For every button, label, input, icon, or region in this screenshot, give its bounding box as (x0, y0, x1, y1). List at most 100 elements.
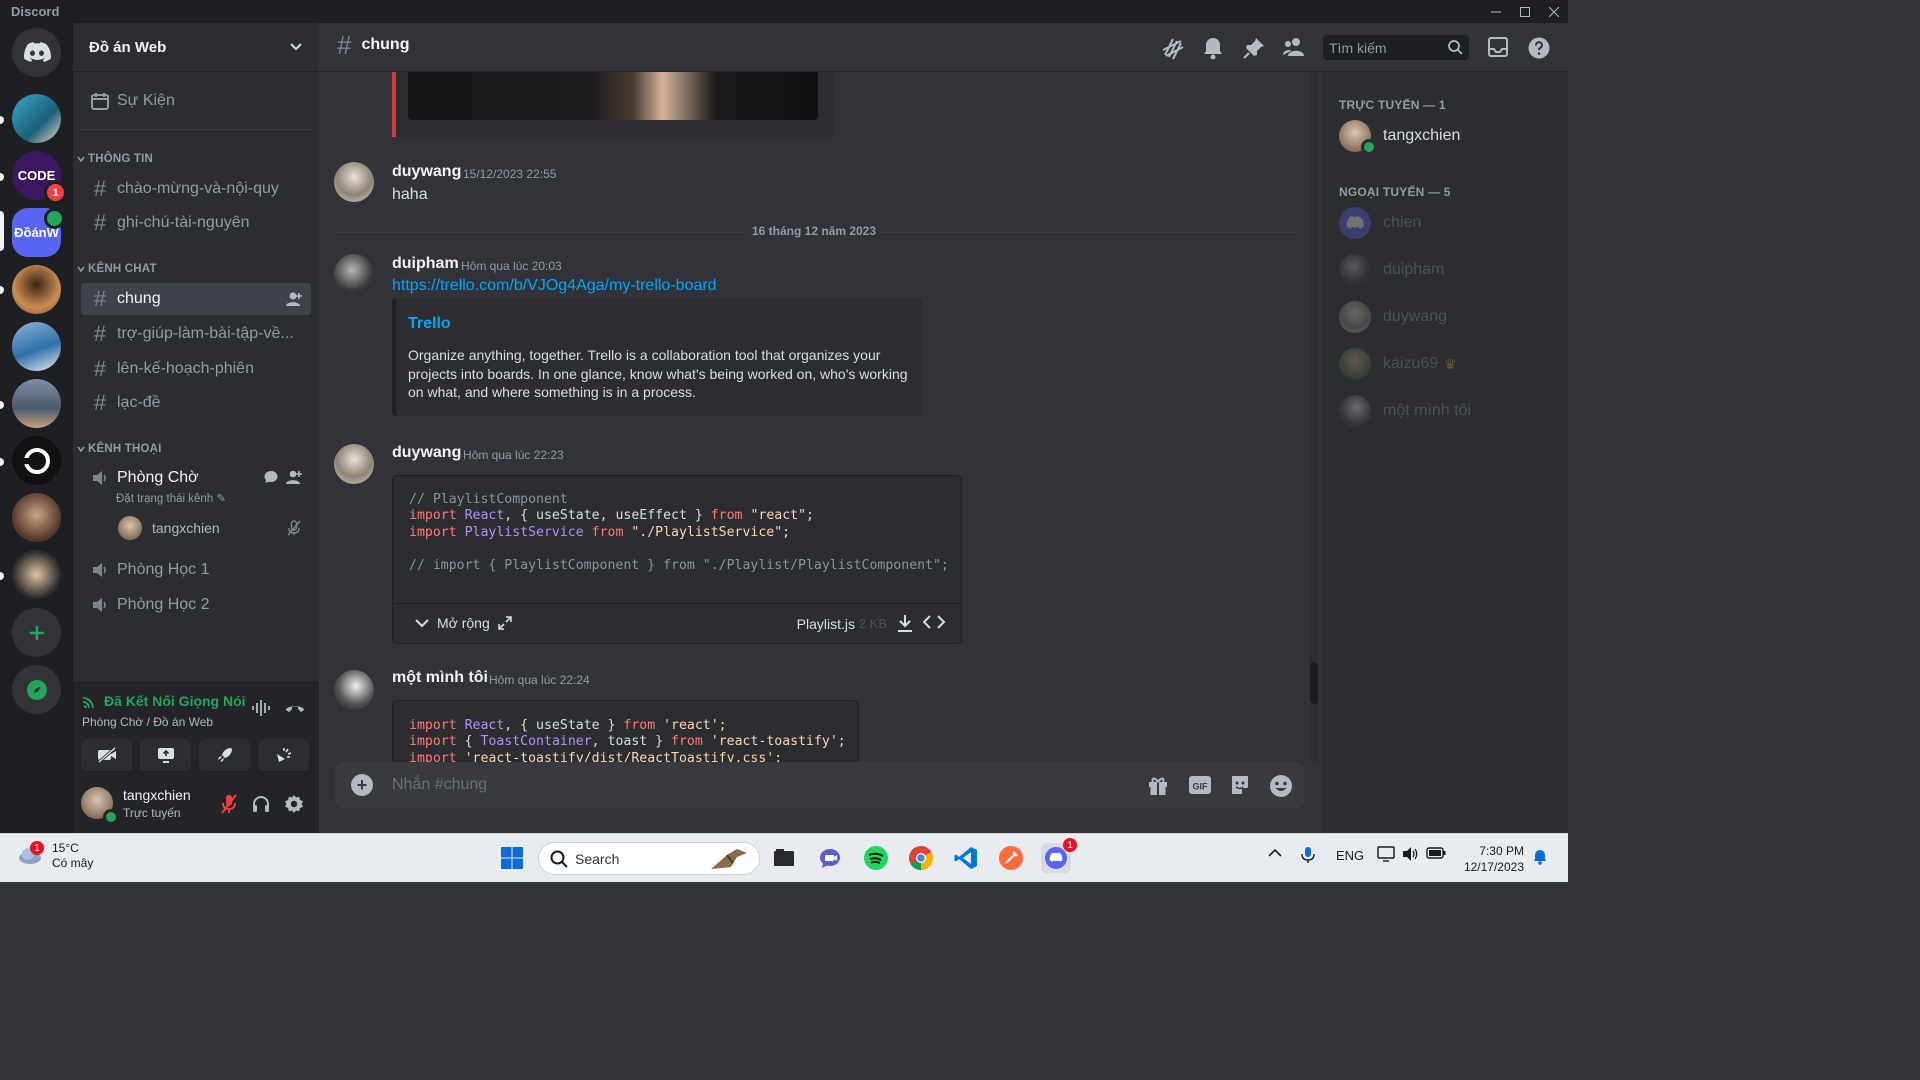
activity-button[interactable] (199, 739, 250, 771)
member-item[interactable]: duywang (1339, 297, 1559, 337)
noise-suppression-icon[interactable] (251, 699, 271, 717)
server-icon[interactable] (12, 322, 61, 371)
add-attachment-icon[interactable]: + (351, 774, 373, 796)
file-name[interactable]: Playlist.js (797, 616, 855, 632)
headphones-icon[interactable] (251, 794, 271, 814)
category-info[interactable]: THÔNG TIN (77, 153, 153, 165)
add-server-icon[interactable] (12, 608, 61, 657)
avatar[interactable] (334, 254, 374, 294)
notification-bell-icon[interactable] (1533, 849, 1547, 865)
spotify-icon[interactable] (861, 843, 891, 873)
channel-chao-mung[interactable]: # chào-mừng-và-nội-quy (81, 173, 311, 205)
message-link[interactable]: https://trello.com/b/VJOg4Aga/my-trello-… (392, 277, 717, 295)
user-name[interactable]: tangxchien (123, 787, 191, 803)
microphone-icon[interactable] (1301, 846, 1315, 864)
scrollbar-thumb[interactable] (1310, 662, 1318, 704)
channel-ghi-chu[interactable]: # ghi-chú-tài-nguyên (81, 207, 311, 239)
channel-lac-de[interactable]: # lạc-đề (81, 387, 311, 419)
expand-button[interactable]: Mở rộng (415, 615, 512, 631)
system-clock[interactable]: 7:30 PM 12/17/2023 (1464, 843, 1524, 875)
server-icon[interactable] (12, 94, 61, 143)
category-voice[interactable]: KÊNH THOẠI (77, 443, 162, 455)
close-icon[interactable] (1539, 0, 1568, 23)
threads-icon[interactable] (1161, 36, 1185, 60)
bell-icon[interactable] (1202, 36, 1224, 60)
message-composer[interactable]: + Nhắn #chung GIF (335, 762, 1304, 808)
discord-taskbar-icon[interactable]: 1 (1041, 838, 1077, 873)
voice-location[interactable]: Phòng Chờ / Đồ án Web (82, 715, 213, 729)
discover-icon[interactable] (12, 665, 61, 714)
message-author[interactable]: duipham (392, 255, 459, 273)
battery-icon[interactable] (1426, 846, 1446, 860)
embed-title[interactable]: Trello (408, 315, 451, 333)
chrome-icon[interactable] (906, 843, 936, 873)
channel-len-ke-hoach[interactable]: # lên-kế-hoạch-phiên (81, 353, 311, 385)
channel-tro-giup[interactable]: # trợ-giúp-làm-bài-tập-về... (81, 318, 311, 350)
events-item[interactable]: Sự Kiện (81, 83, 311, 119)
minimize-icon[interactable] (1481, 0, 1510, 23)
chat-bubble-icon[interactable] (263, 469, 279, 485)
maximize-icon[interactable] (1510, 0, 1539, 23)
image-attachment[interactable] (392, 72, 833, 137)
network-icon[interactable] (1377, 846, 1395, 862)
server-icon[interactable] (12, 379, 61, 428)
server-icon[interactable] (12, 436, 61, 485)
file-explorer-icon[interactable] (769, 843, 799, 873)
mute-mic-icon[interactable] (219, 794, 239, 814)
category-chat[interactable]: KÊNH CHAT (77, 263, 157, 275)
server-icon[interactable] (12, 493, 61, 542)
voice-status[interactable]: Đã Kết Nối Giọng Nói (82, 693, 246, 709)
channel-chung[interactable]: # chung (81, 283, 311, 315)
camera-off-button[interactable] (81, 739, 132, 771)
gif-icon[interactable]: GIF (1188, 774, 1212, 796)
scrollbar-track[interactable] (1310, 72, 1318, 762)
pin-icon[interactable] (1242, 36, 1266, 60)
vscode-icon[interactable] (951, 843, 981, 873)
server-header[interactable]: Đồ án Web (73, 23, 319, 72)
message-input[interactable]: Nhắn #chung (392, 776, 487, 794)
voice-user[interactable]: tangxchien (118, 514, 308, 542)
search-input[interactable]: Tìm kiếm (1323, 35, 1469, 60)
volume-icon[interactable] (1402, 846, 1420, 862)
fullscreen-icon[interactable] (497, 616, 512, 630)
message-author[interactable]: một mình tôi (392, 669, 488, 687)
disconnect-icon[interactable] (284, 699, 306, 715)
screen-share-button[interactable] (140, 739, 191, 771)
teams-chat-icon[interactable] (815, 843, 845, 873)
avatar[interactable] (334, 670, 374, 710)
voice-channel-phong-hoc-2[interactable]: Phòng Học 2 (81, 589, 311, 621)
windows-start-icon[interactable] (497, 843, 527, 873)
sticker-icon[interactable] (1229, 774, 1251, 796)
add-member-icon[interactable] (285, 290, 303, 308)
add-member-icon[interactable] (285, 469, 303, 485)
discord-home-icon[interactable] (12, 28, 61, 77)
taskbar-search[interactable]: Search (538, 842, 760, 875)
voice-channel-phong-cho[interactable]: Phòng Chờ (81, 462, 311, 494)
message-author[interactable]: duywang (392, 444, 461, 462)
server-icon[interactable] (12, 265, 61, 314)
voice-channel-status[interactable]: Đặt trạng thái kênh ✎ (116, 491, 226, 505)
weather-widget[interactable]: 1 15°C Có mây (18, 841, 93, 871)
soundboard-button[interactable] (258, 739, 309, 771)
view-code-icon[interactable] (923, 613, 945, 631)
voice-channel-phong-hoc-1[interactable]: Phòng Học 1 (81, 554, 311, 586)
download-icon[interactable] (895, 613, 915, 633)
member-item[interactable]: một mình tôi (1339, 391, 1559, 431)
server-icon[interactable] (12, 550, 61, 599)
member-item[interactable]: tangxchien (1339, 116, 1559, 156)
message-author[interactable]: duywang (392, 163, 461, 181)
inbox-icon[interactable] (1487, 36, 1509, 58)
avatar[interactable] (334, 162, 374, 202)
postman-icon[interactable] (996, 843, 1026, 873)
emoji-icon[interactable] (1269, 774, 1293, 798)
avatar[interactable] (334, 444, 374, 484)
help-icon[interactable] (1527, 36, 1551, 60)
chevron-up-icon[interactable] (1268, 848, 1282, 858)
member-item[interactable]: duipham (1339, 250, 1559, 290)
language-indicator[interactable]: ENG (1336, 848, 1364, 863)
member-item[interactable]: chien (1339, 203, 1559, 243)
settings-gear-icon[interactable] (284, 794, 304, 814)
member-list-icon[interactable] (1282, 36, 1306, 58)
member-item[interactable]: kaizu69 ♛ (1339, 344, 1559, 384)
gift-icon[interactable] (1147, 774, 1169, 796)
